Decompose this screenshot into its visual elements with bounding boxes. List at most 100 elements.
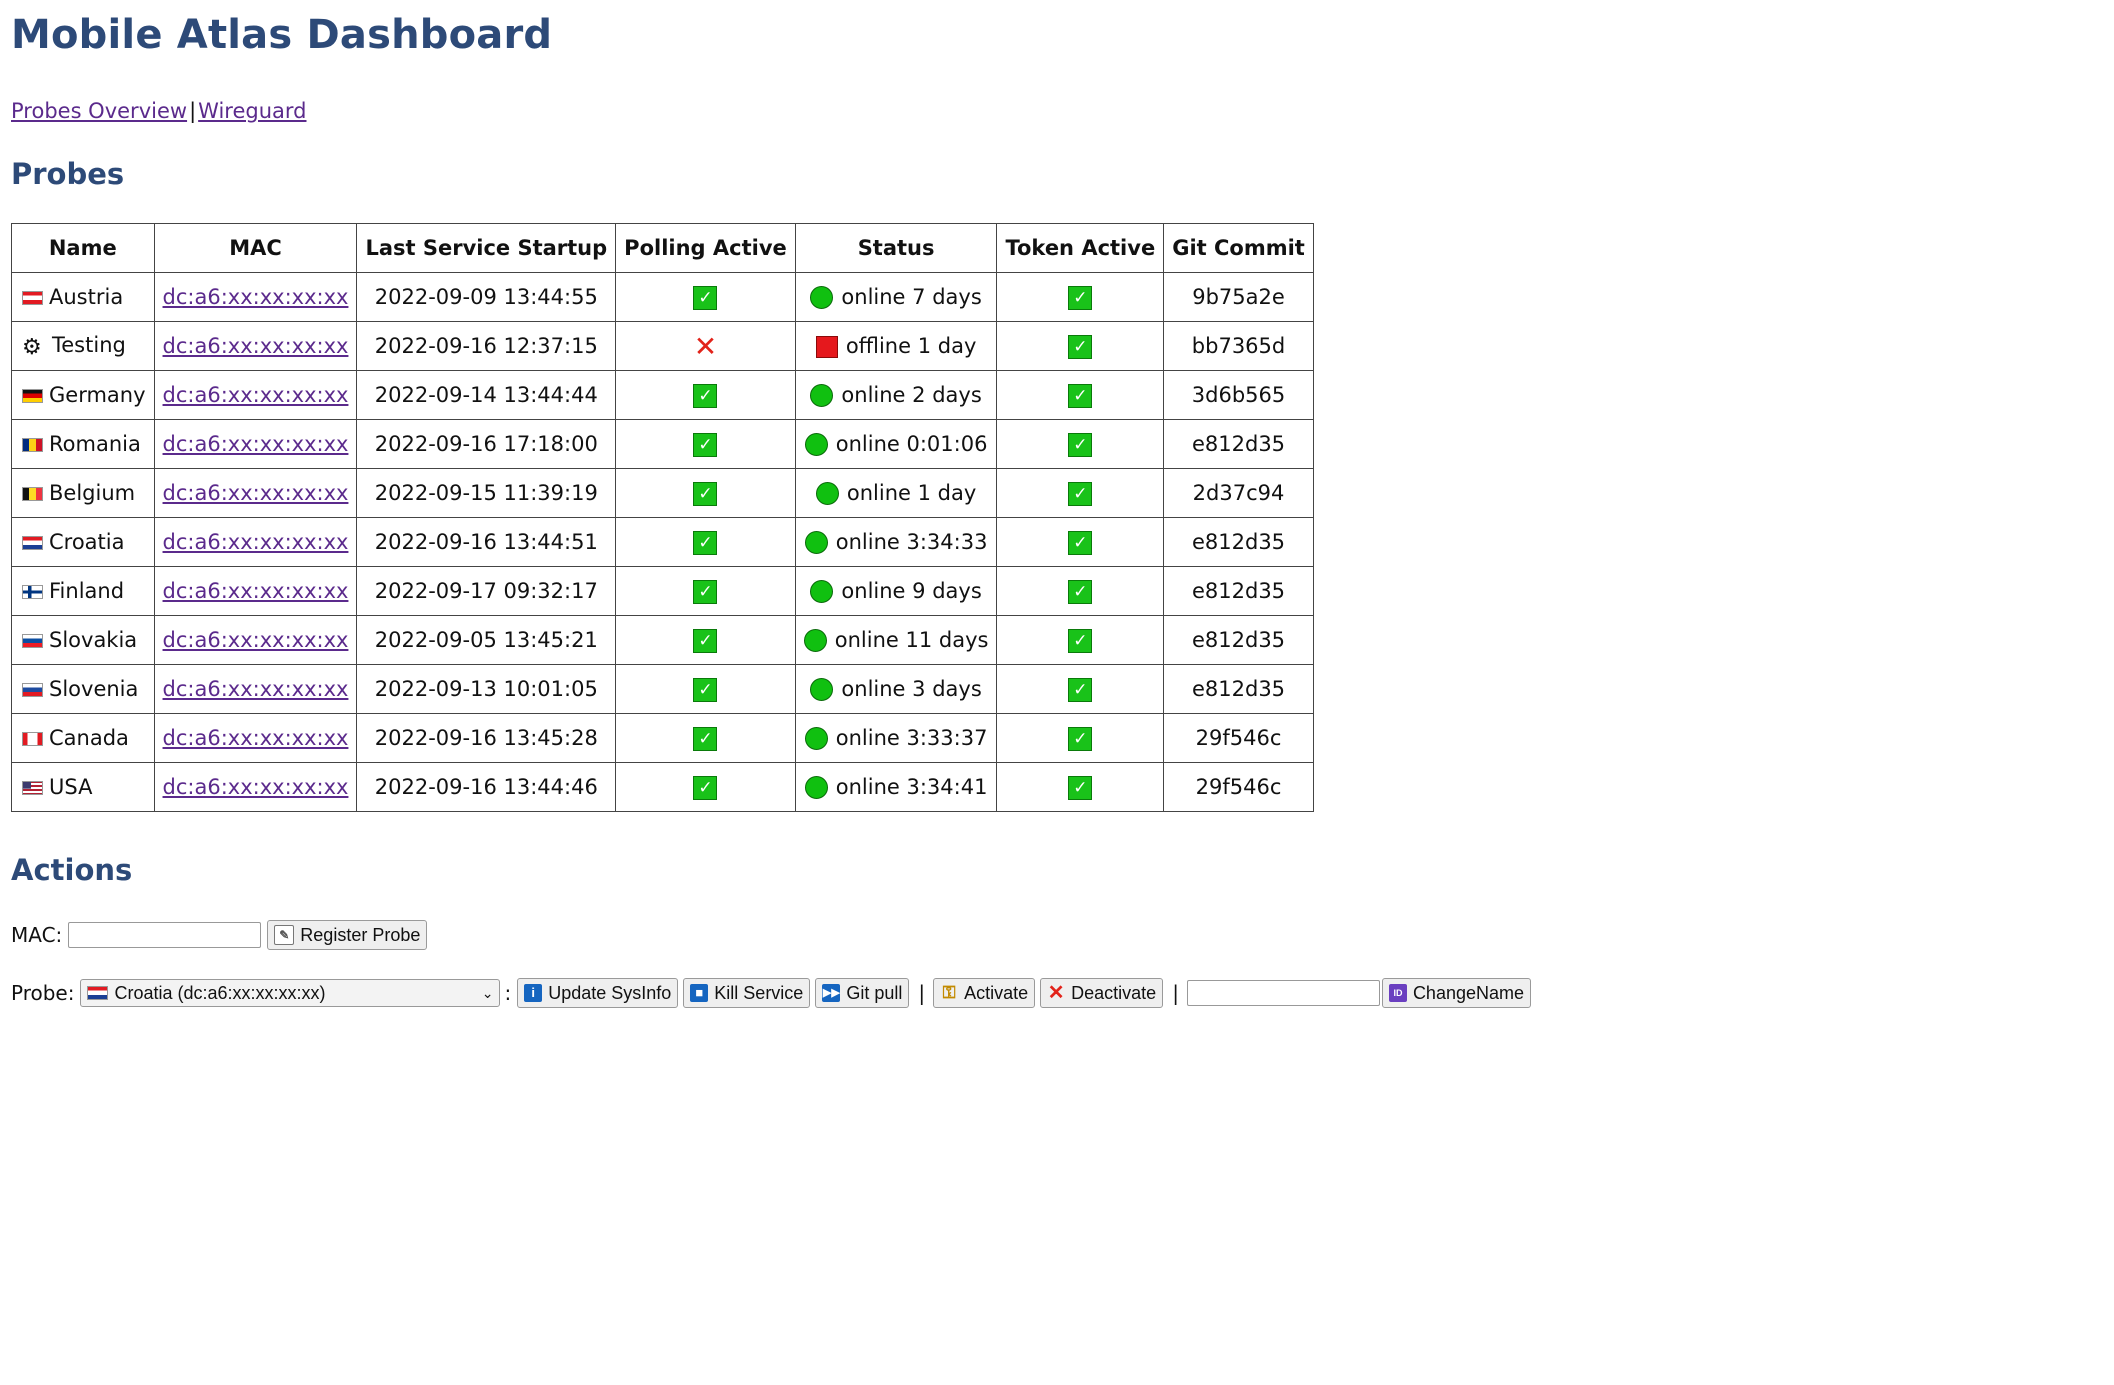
- mac-link[interactable]: dc:a6:xx:xx:xx:xx: [163, 481, 349, 505]
- table-row: Slovenia dc:a6:xx:xx:xx:xx 2022-09-13 10:0…: [11, 664, 1314, 714]
- mac-link[interactable]: dc:a6:xx:xx:xx:xx: [163, 530, 349, 554]
- cell-git-commit: bb7365d: [1163, 321, 1314, 371]
- cell-mac: dc:a6:xx:xx:xx:xx: [153, 419, 358, 469]
- kill-service-button-label: Kill Service: [714, 982, 804, 1003]
- cell-git-commit: e812d35: [1163, 419, 1314, 469]
- status-text: online 11 days: [834, 627, 989, 652]
- check-icon: ✓: [1068, 628, 1093, 653]
- cell-token-active: ✓: [996, 272, 1165, 322]
- cross-icon: ✕: [1047, 982, 1065, 1004]
- mac-link[interactable]: dc:a6:xx:xx:xx:xx: [163, 334, 349, 358]
- cell-polling-active: ✓: [615, 566, 796, 616]
- update-sysinfo-button[interactable]: i Update SysInfo: [517, 978, 679, 1008]
- cell-last-service-startup: 2022-09-13 10:01:05: [356, 664, 617, 714]
- check-icon: ✓: [693, 530, 718, 555]
- column-header-polling-active: Polling Active: [615, 223, 796, 273]
- nav-separator: |: [189, 99, 197, 123]
- mac-link[interactable]: dc:a6:xx:xx:xx:xx: [163, 628, 349, 652]
- git-pull-button[interactable]: ▶▶ Git pull: [815, 978, 910, 1008]
- status-text: online 0:01:06: [835, 431, 988, 456]
- cell-polling-active: ✕: [615, 321, 796, 371]
- mac-link[interactable]: dc:a6:xx:xx:xx:xx: [163, 432, 349, 456]
- cell-last-service-startup: 2022-09-15 11:39:19: [356, 468, 617, 518]
- cell-mac: dc:a6:xx:xx:xx:xx: [153, 272, 358, 322]
- online-status-icon: [804, 727, 828, 751]
- cell-git-commit: e812d35: [1163, 664, 1314, 714]
- table-row: Belgium dc:a6:xx:xx:xx:xx 2022-09-15 11:39…: [11, 468, 1314, 518]
- cell-polling-active: ✓: [615, 468, 796, 518]
- probe-select[interactable]: Croatia (dc:a6:xx:xx:xx:xx) ⌄: [80, 979, 501, 1007]
- cell-name: Romania: [11, 419, 155, 469]
- deactivate-button[interactable]: ✕ Deactivate: [1040, 978, 1164, 1008]
- cell-polling-active: ✓: [615, 615, 796, 665]
- check-icon: ✓: [1068, 775, 1093, 800]
- probe-name: Testing: [52, 333, 126, 357]
- table-row: Croatia dc:a6:xx:xx:xx:xx 2022-09-16 13:44…: [11, 517, 1314, 567]
- update-sysinfo-button-label: Update SysInfo: [548, 982, 672, 1003]
- mac-input[interactable]: [68, 922, 262, 948]
- check-icon: ✓: [1068, 481, 1093, 506]
- register-probe-button[interactable]: ✎ Register Probe: [267, 920, 428, 950]
- nav-probes-overview-link[interactable]: Probes Overview: [11, 99, 187, 123]
- check-icon: ✓: [1068, 334, 1093, 359]
- cell-name: ⚙ Testing: [11, 321, 155, 371]
- probes-heading: Probes: [11, 157, 125, 191]
- status-text: online 3:33:37: [835, 725, 988, 750]
- cell-last-service-startup: 2022-09-09 13:44:55: [356, 272, 617, 322]
- cell-last-service-startup: 2022-09-16 12:37:15: [356, 321, 617, 371]
- germany-flag-icon: [22, 389, 43, 403]
- colon-separator: :: [504, 981, 512, 1005]
- check-icon: ✓: [693, 628, 718, 653]
- cell-name: Germany: [11, 370, 155, 420]
- cell-name: Slovenia: [11, 664, 155, 714]
- cell-polling-active: ✓: [615, 762, 796, 812]
- check-icon: ✓: [693, 285, 718, 310]
- austria-flag-icon: [22, 291, 43, 305]
- usa-flag-icon: [22, 781, 43, 795]
- kill-service-button[interactable]: ■ Kill Service: [683, 978, 811, 1008]
- online-status-icon: [815, 482, 839, 506]
- cell-token-active: ✓: [996, 517, 1165, 567]
- status-text: online 3 days: [841, 676, 982, 701]
- status-text: online 9 days: [841, 578, 982, 603]
- probe-name: Austria: [49, 285, 124, 309]
- mac-link[interactable]: dc:a6:xx:xx:xx:xx: [163, 775, 349, 799]
- cell-git-commit: e812d35: [1163, 615, 1314, 665]
- stop-icon: ■: [690, 984, 709, 1002]
- status-text: online 3:34:33: [835, 529, 988, 554]
- mac-link[interactable]: dc:a6:xx:xx:xx:xx: [163, 579, 349, 603]
- top-nav: Probes Overview|Wireguard: [11, 99, 306, 123]
- cell-status: offline 1 day: [794, 321, 998, 371]
- cell-last-service-startup: 2022-09-17 09:32:17: [356, 566, 617, 616]
- probe-label: Probe:: [11, 981, 75, 1005]
- table-row: Austria dc:a6:xx:xx:xx:xx 2022-09-09 13:44…: [11, 272, 1314, 322]
- mac-link[interactable]: dc:a6:xx:xx:xx:xx: [163, 726, 349, 750]
- cell-last-service-startup: 2022-09-16 13:45:28: [356, 713, 617, 763]
- change-name-button-label: ChangeName: [1412, 982, 1525, 1003]
- cell-token-active: ✓: [996, 566, 1165, 616]
- cell-last-service-startup: 2022-09-14 13:44:44: [356, 370, 617, 420]
- table-row: ⚙ Testing dc:a6:xx:xx:xx:xx 2022-09-16 12:3…: [11, 321, 1314, 371]
- online-status-icon: [804, 433, 828, 457]
- activate-button[interactable]: ⚿ Activate: [933, 978, 1036, 1008]
- change-name-button[interactable]: ID ChangeName: [1381, 978, 1532, 1008]
- cell-mac: dc:a6:xx:xx:xx:xx: [153, 517, 358, 567]
- column-header-last-service-startup: Last Service Startup: [356, 223, 617, 273]
- new-name-input[interactable]: [1186, 980, 1380, 1006]
- cell-status: online 9 days: [794, 566, 998, 616]
- online-status-icon: [804, 531, 828, 555]
- cell-name: Canada: [11, 713, 155, 763]
- check-icon: ✓: [693, 383, 718, 408]
- table-row: Slovakia dc:a6:xx:xx:xx:xx 2022-09-05 13:4…: [11, 615, 1314, 665]
- mac-link[interactable]: dc:a6:xx:xx:xx:xx: [163, 677, 349, 701]
- memo-icon: ✎: [274, 925, 295, 945]
- cell-last-service-startup: 2022-09-16 17:18:00: [356, 419, 617, 469]
- check-icon: ✓: [693, 432, 718, 457]
- cell-last-service-startup: 2022-09-05 13:45:21: [356, 615, 617, 665]
- cell-polling-active: ✓: [615, 517, 796, 567]
- mac-link[interactable]: dc:a6:xx:xx:xx:xx: [163, 285, 349, 309]
- id-icon: ID: [1388, 984, 1407, 1002]
- nav-wireguard-link[interactable]: Wireguard: [198, 99, 306, 123]
- check-icon: ✓: [1068, 432, 1093, 457]
- mac-link[interactable]: dc:a6:xx:xx:xx:xx: [163, 383, 349, 407]
